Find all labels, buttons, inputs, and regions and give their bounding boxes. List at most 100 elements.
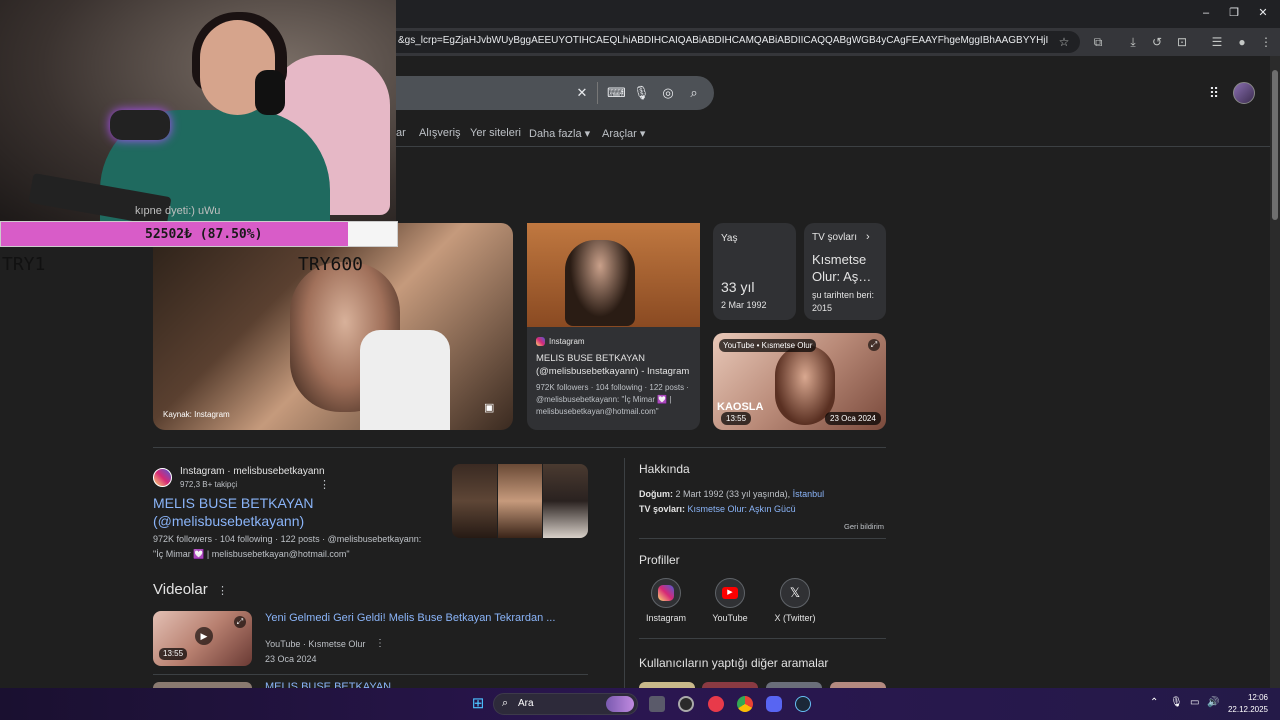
video-date: 23 Oca 2024 xyxy=(825,412,881,425)
result-title-line2[interactable]: (@melisbusebetkayann) xyxy=(153,512,314,530)
play-icon[interactable]: ▶ xyxy=(195,627,213,645)
network-icon[interactable]: ▭ xyxy=(1190,697,1199,708)
instagram-icon xyxy=(153,468,172,487)
translate-icon[interactable]: ⊡ xyxy=(1175,35,1189,49)
expand-icon[interactable]: ⤢ xyxy=(868,339,880,351)
born-label: Doğum: xyxy=(639,489,673,499)
chat-overlay-text: kıpne dyeti:) uWu xyxy=(135,205,221,217)
history-icon[interactable]: ↺ xyxy=(1150,35,1164,49)
microphone-icon[interactable]: 🎙 xyxy=(633,85,650,101)
expand-icon[interactable]: ⤢ xyxy=(234,616,246,628)
scrollbar-thumb[interactable] xyxy=(1272,70,1278,220)
taskbar xyxy=(0,688,1280,720)
taskbar-search-label[interactable]: Ara xyxy=(518,698,534,709)
clock-time[interactable]: 12:06 xyxy=(1232,693,1268,702)
clear-search-icon[interactable]: ✕ xyxy=(574,85,590,101)
clock-date[interactable]: 22.12.2025 xyxy=(1222,705,1268,714)
tab-more[interactable]: Daha fazla ▾ xyxy=(529,127,590,140)
donation-goal-text: 52502₺ (87.50%) xyxy=(145,227,263,242)
minimize-button[interactable]: – xyxy=(1199,6,1213,20)
search-icon: ⌕ xyxy=(502,697,509,709)
result-followers: 972,3 B+ takipçi xyxy=(180,480,238,489)
video-meta: YouTube · Kısmetse Olur xyxy=(265,639,366,649)
born-place-link[interactable]: İstanbul xyxy=(793,489,825,499)
goal-min-label: TRY1 xyxy=(2,254,46,275)
search-icon[interactable]: ⌕ xyxy=(686,85,702,101)
video-date: 23 Oca 2024 xyxy=(265,654,317,664)
divider xyxy=(153,674,588,675)
video-source-badge: YouTube • Kısmetse Olur xyxy=(719,339,817,352)
birth-date: 2 Mar 1992 xyxy=(721,300,767,310)
reading-list-icon[interactable]: ☰ xyxy=(1210,35,1224,49)
chevron-right-icon[interactable]: › xyxy=(866,231,870,243)
keyboard-icon[interactable]: ⌨ xyxy=(607,85,626,101)
instagram-icon xyxy=(536,337,545,346)
volume-icon[interactable]: 🔊 xyxy=(1207,697,1219,708)
instagram-card-title[interactable]: MELIS BUSE BETKAYAN (@melisbusebetkayann… xyxy=(536,352,696,378)
close-window-button[interactable]: ✕ xyxy=(1256,6,1270,20)
menu-kebab-icon[interactable]: ⋮ xyxy=(1259,35,1273,49)
tv-show-title: Kısmetse Olur: Aş… xyxy=(812,252,872,284)
divider xyxy=(597,82,598,104)
camera-lens-icon[interactable]: ◎ xyxy=(660,85,676,101)
divider xyxy=(639,638,886,639)
search-highlight-icon xyxy=(606,696,634,712)
about-heading: Hakkında xyxy=(639,462,690,476)
download-icon[interactable]: ⤓ xyxy=(1126,35,1140,49)
result-snippet: 972K followers · 104 following · 122 pos… xyxy=(153,532,421,562)
image-source-caption: Kaynak: Instagram xyxy=(163,410,230,419)
steam-icon[interactable] xyxy=(795,696,811,712)
result-title-line1[interactable]: MELIS BUSE BETKAYAN xyxy=(153,494,314,512)
result-thumbnail[interactable] xyxy=(452,464,497,538)
tv-show-link[interactable]: Kısmetse Olur: Aşkın Gücü xyxy=(688,504,796,514)
tv-show-since: şu tarihten beri: 2015 xyxy=(812,290,875,313)
more-options-icon[interactable]: ⋮ xyxy=(217,584,228,597)
tab-partial[interactable]: ar xyxy=(396,127,406,139)
result-snippet-line1: 972K followers · 104 following · 122 pos… xyxy=(153,534,422,544)
profile-instagram-label[interactable]: Instagram xyxy=(645,613,687,623)
image-subject-dress xyxy=(360,330,450,430)
result-snippet-line2: "İç Mimar 💟 | melisbusebetkayan@hotmail.… xyxy=(153,549,350,559)
x-twitter-icon: 𝕏 xyxy=(789,585,801,600)
result-thumbnail[interactable] xyxy=(543,464,588,538)
microphone-icon[interactable]: 🎙 xyxy=(1170,697,1183,708)
video-title[interactable]: Yeni Gelmedi Geri Geldi! Melis Buse Betk… xyxy=(265,612,555,624)
tab-shopping[interactable]: Alışveriş xyxy=(419,127,461,139)
bookmark-star-icon[interactable]: ☆ xyxy=(1057,35,1071,49)
discord-icon[interactable] xyxy=(766,696,782,712)
result-thumbnail[interactable] xyxy=(498,464,542,538)
divider xyxy=(153,447,886,448)
extensions-icon[interactable]: ⧉ xyxy=(1091,35,1105,49)
youtube-icon: ▶ xyxy=(722,587,738,599)
headphones xyxy=(255,70,285,115)
feedback-link[interactable]: Geri bildirim xyxy=(844,522,884,531)
result-source[interactable]: Instagram · melisbusebetkayann xyxy=(180,466,325,477)
google-apps-icon[interactable]: ⠿ xyxy=(1206,85,1222,101)
music-app-icon[interactable] xyxy=(708,696,724,712)
vertical-divider xyxy=(624,458,625,688)
video-duration: 13:55 xyxy=(159,648,188,660)
profile-avatar-icon[interactable]: ● xyxy=(1235,35,1249,49)
tv-label: TV şovları: xyxy=(639,504,686,514)
profile-x-label[interactable]: X (Twitter) xyxy=(765,613,825,623)
account-avatar[interactable] xyxy=(1233,82,1255,104)
related-searches-heading: Kullanıcıların yaptığı diğer aramalar xyxy=(639,656,829,670)
more-options-icon[interactable]: ⋮ xyxy=(375,638,385,649)
task-view-icon[interactable] xyxy=(649,696,665,712)
profiles-heading: Profiller xyxy=(639,553,680,567)
image-gallery-icon[interactable]: ▣ xyxy=(484,402,496,414)
microphone xyxy=(110,110,170,140)
more-options-icon[interactable]: ⋮ xyxy=(319,478,330,491)
profile-youtube-label[interactable]: YouTube xyxy=(705,613,755,623)
url-text[interactable]: &gs_lcrp=EgZjaHJvbWUyBggAEEUYOTIHCAEQLhi… xyxy=(398,35,1048,49)
maximize-button[interactable]: ❐ xyxy=(1227,6,1241,20)
start-icon[interactable]: ⊞ xyxy=(470,696,486,712)
result-title[interactable]: MELIS BUSE BETKAYAN (@melisbusebetkayann… xyxy=(153,494,314,530)
tab-tools[interactable]: Araçlar ▾ xyxy=(602,127,645,140)
chevron-up-icon[interactable]: ⌃ xyxy=(1150,697,1158,708)
instagram-icon xyxy=(658,585,674,601)
chrome-icon[interactable] xyxy=(737,696,753,712)
obs-icon[interactable] xyxy=(678,696,694,712)
born-value: 2 Mart 1992 (33 yıl yaşında), xyxy=(675,489,791,499)
tab-places[interactable]: Yer siteleri xyxy=(470,127,521,139)
